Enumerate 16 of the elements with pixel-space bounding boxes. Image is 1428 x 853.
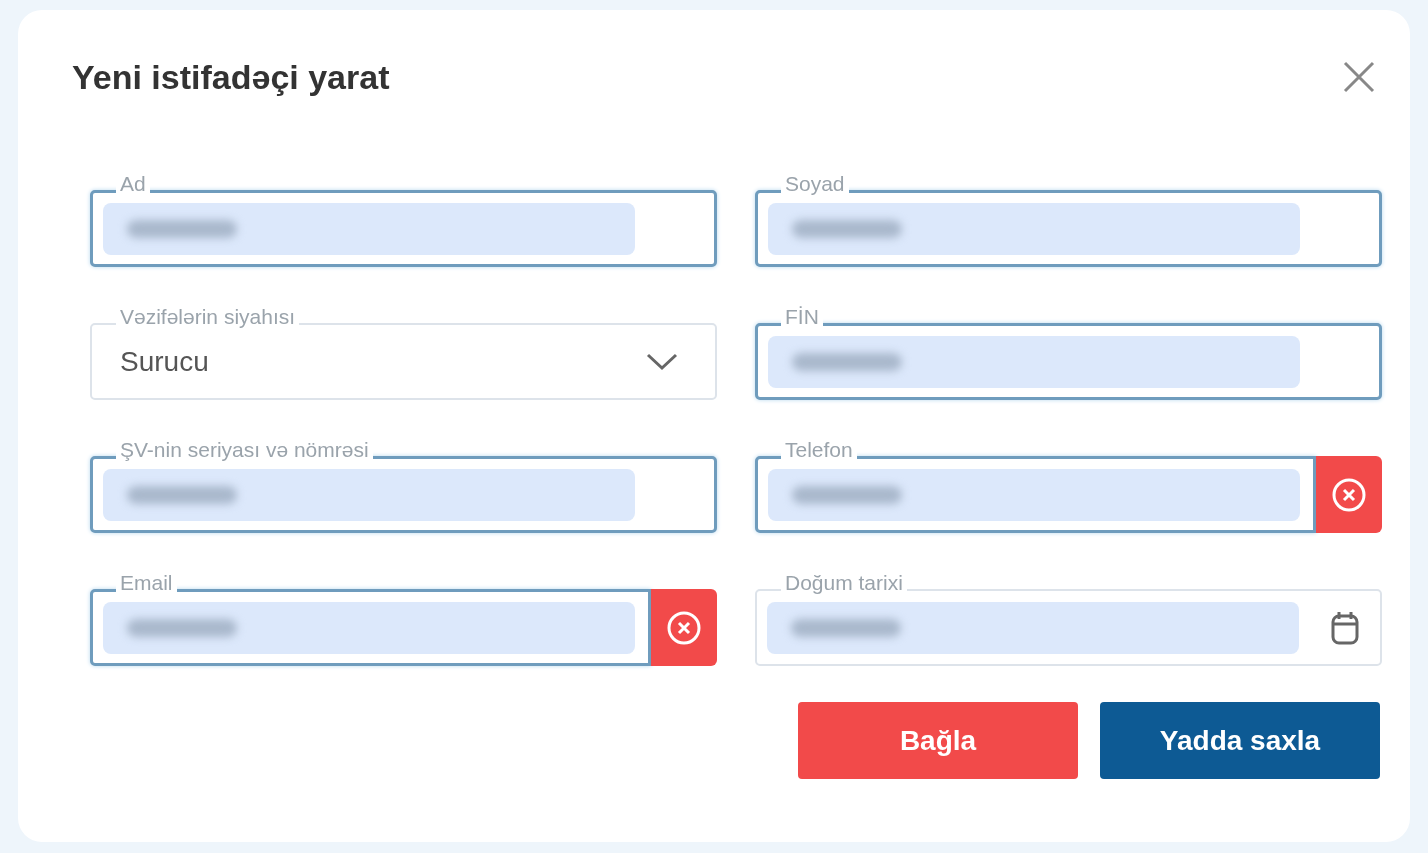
input-field[interactable]	[90, 190, 717, 267]
field-label: FİN	[781, 305, 823, 329]
chevron-down-icon	[645, 351, 679, 372]
clear-icon	[1331, 476, 1367, 513]
input-field[interactable]	[90, 589, 651, 666]
select-value: Surucu	[119, 345, 210, 378]
dialog-title: Yeni istifadəçi yarat	[72, 57, 390, 97]
input-field[interactable]	[755, 456, 1316, 533]
save-button[interactable]: Yadda saxla	[1100, 702, 1380, 779]
close-button[interactable]: Bağla	[798, 702, 1078, 779]
close-icon	[1342, 60, 1376, 94]
clear-button[interactable]	[1316, 456, 1382, 533]
clear-button[interactable]	[651, 589, 717, 666]
input-field[interactable]	[755, 323, 1382, 400]
clear-icon	[666, 609, 702, 646]
calendar-icon[interactable]	[1330, 609, 1360, 646]
